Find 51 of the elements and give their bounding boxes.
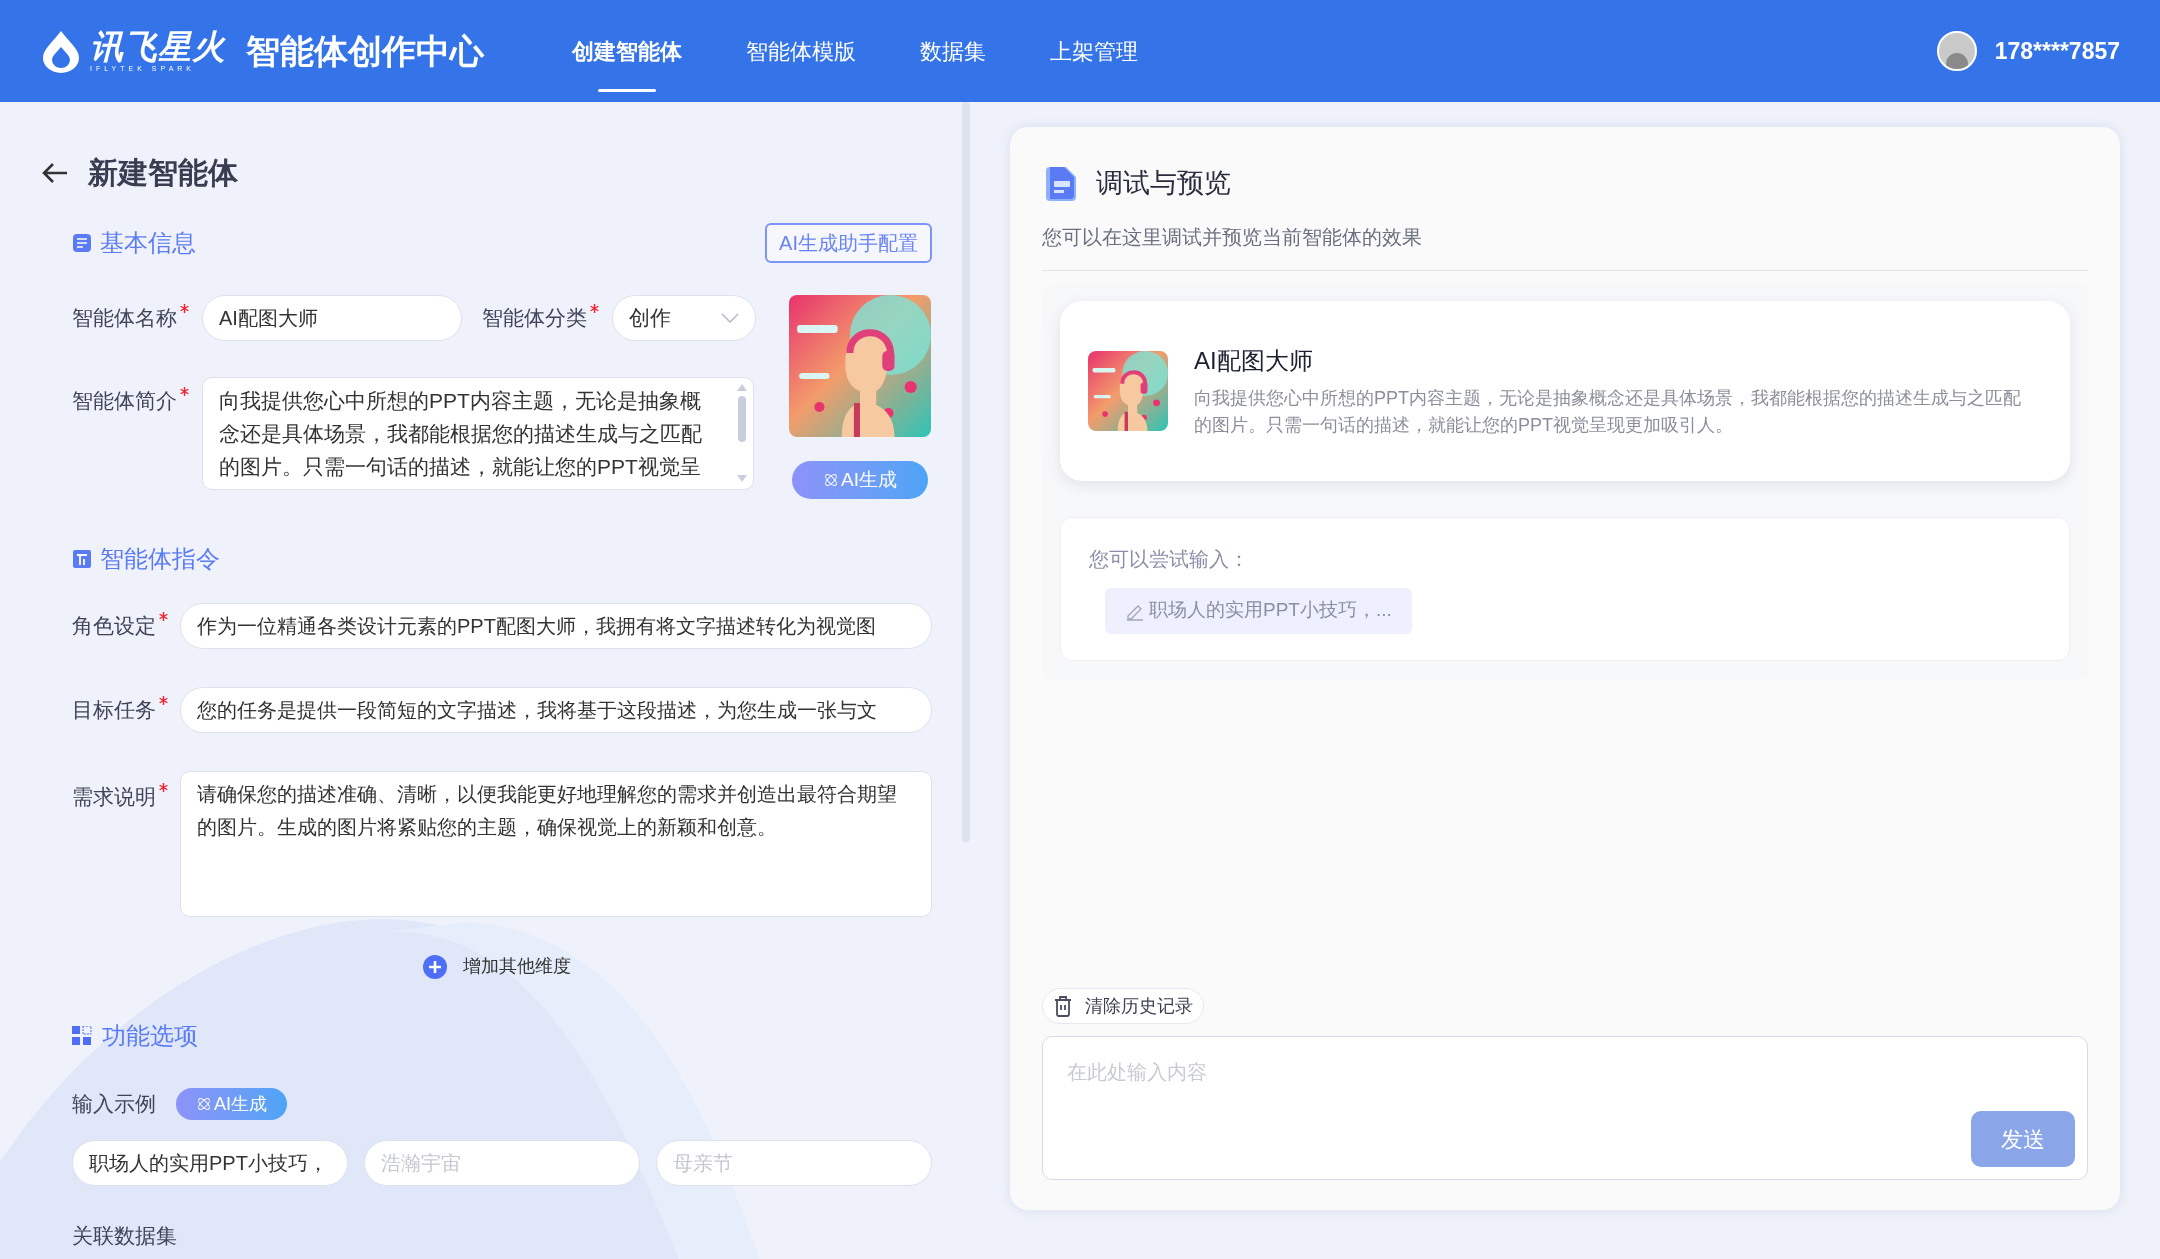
panel-subtitle: 您可以在这里调试并预览当前智能体的效果 [1042, 224, 1423, 250]
logo-icon [40, 29, 82, 73]
scrollbar[interactable] [962, 102, 970, 842]
plus-circle-icon [423, 954, 447, 979]
user-phone: 178****7857 [1994, 36, 2120, 66]
atom-icon [196, 1096, 212, 1112]
chevron-down-icon [721, 313, 739, 323]
field-label: 智能体简介 [72, 388, 177, 414]
nav-tab[interactable]: 数据集 [920, 0, 986, 102]
text-field[interactable]: 作为一位精通各类设计元素的PPT配图大师，我拥有将文字描述转化为视觉图 [180, 603, 932, 649]
ai-generate-button[interactable]: AI生成 [176, 1088, 287, 1120]
document-icon [72, 233, 92, 253]
field-label: 目标任务 [72, 697, 156, 724]
assistant-config-button[interactable]: AI生成助手配置 [765, 223, 932, 263]
agent-name: AI配图大师 [1194, 345, 1314, 376]
back-arrow-icon[interactable] [42, 161, 68, 184]
clear-history-button[interactable]: 清除历史记录 [1042, 988, 1204, 1024]
field-label: 输入示例 [72, 1091, 156, 1118]
user-avatar[interactable] [1936, 31, 1977, 71]
scrollbar[interactable] [735, 382, 749, 484]
atom-icon [823, 472, 839, 488]
section-title: 智能体指令 [100, 544, 220, 574]
example-input-field[interactable]: 职场人的实用PPT小技巧， [72, 1140, 348, 1186]
section-title: 功能选项 [102, 1021, 198, 1051]
field-label: 智能体分类 [482, 305, 587, 332]
nav-tab[interactable]: 创建智能体 [572, 0, 682, 102]
nav-tab[interactable]: 上架管理 [1050, 0, 1138, 102]
app-title: 智能体创作中心 [246, 30, 484, 72]
field-label: 需求说明 [72, 784, 156, 810]
category-dropdown[interactable]: 创作 [612, 295, 756, 341]
description-textarea[interactable]: 向我提供您心中所想的PPT内容主题，无论是抽象概念还是具体场景，我都能根据您的描述生成与之匹配的图片。只需一句话的描述，就能让您的PPT视觉呈 [202, 377, 754, 490]
field-label: 智能体名称 [72, 305, 177, 332]
grid-icon [72, 1026, 92, 1046]
add-dimension-button[interactable]: 增加其他维度 [423, 953, 571, 980]
try-label: 您可以尝试输入： [1089, 546, 1250, 572]
trash-icon [1053, 995, 1073, 1017]
ai-generate-button[interactable]: AI生成 [792, 461, 928, 499]
requirement-textarea[interactable]: 请确保您的描述准确、清晰，以便我能更好地理解您的需求并创造出最符合期望的图片。生成的图片将紧贴您的主题，确保视觉上的新颖和创意。 [180, 771, 932, 917]
nav-tab[interactable]: 智能体模版 [746, 0, 856, 102]
send-button[interactable]: 发送 [1971, 1111, 2075, 1167]
panel-title: 调试与预览 [1096, 167, 1231, 200]
page-title: 新建智能体 [88, 155, 238, 191]
instruction-icon [72, 549, 92, 569]
field-label: 角色设定 [72, 613, 156, 640]
text-field[interactable]: AI配图大师 [202, 295, 462, 341]
text-field[interactable]: 您的任务是提供一段简短的文字描述，我将基于这段描述，为您生成一张与文 [180, 687, 932, 733]
suggestion-chip[interactable]: 职场人的实用PPT小技巧，... [1105, 587, 1412, 634]
field-label: 关联数据集 [72, 1223, 178, 1249]
section-title: 基本信息 [100, 228, 196, 258]
logo-text: 讯飞星火 [90, 30, 226, 63]
agent-description: 向我提供您心中所想的PPT内容主题，无论是抽象概念还是具体场景，我都能根据您的描述生成与之匹配的图片。只需一句话的描述，就能让您的PPT视觉呈现更加吸引人。 [1194, 386, 2022, 437]
